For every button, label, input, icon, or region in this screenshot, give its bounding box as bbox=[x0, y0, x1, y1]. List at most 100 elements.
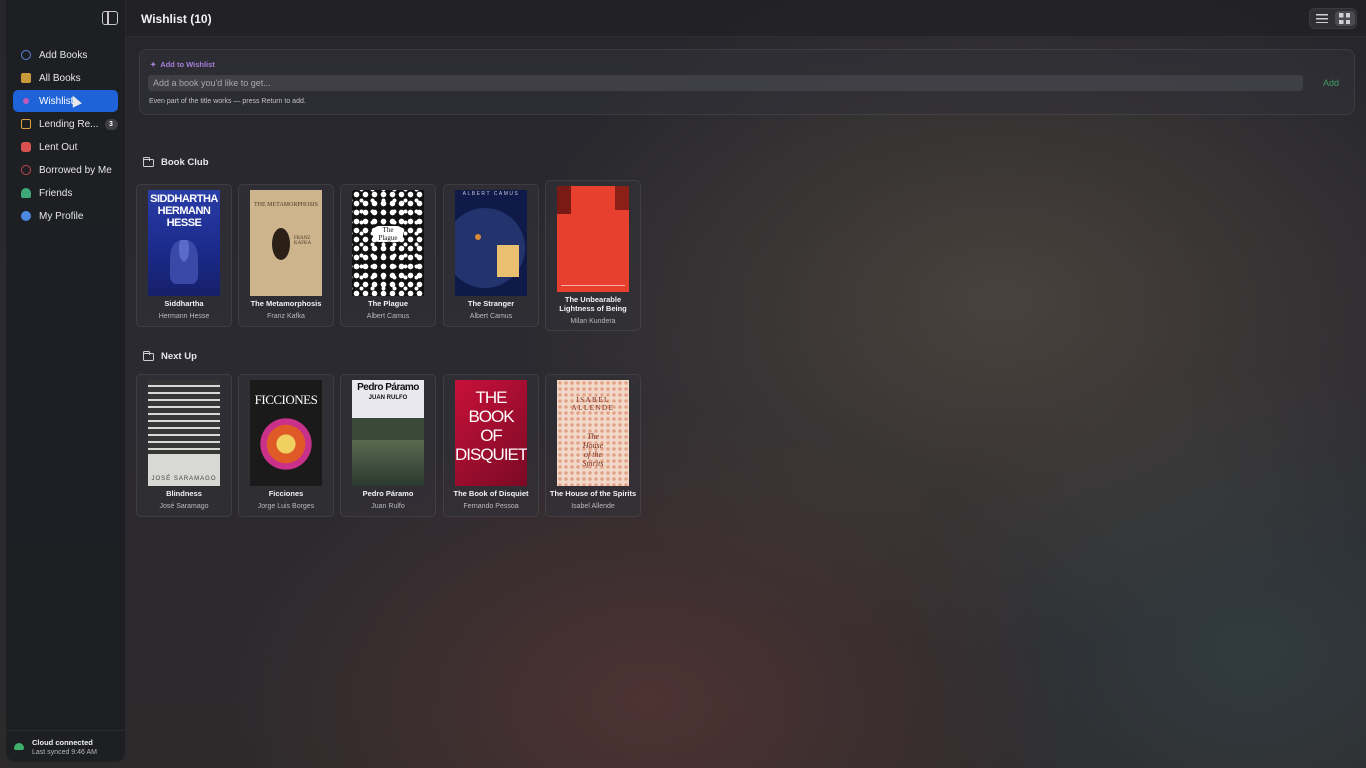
sidebar-item-lending-requests[interactable]: Lending Re... 3 bbox=[13, 113, 118, 135]
section-title-next-up: Next Up bbox=[142, 350, 197, 362]
section-title-text: Book Club bbox=[161, 157, 209, 168]
sidebar-item-label: Borrowed by Me bbox=[39, 164, 112, 176]
cover-text: THE METAMORPHOSIS bbox=[253, 202, 319, 208]
book-card-siddhartha[interactable]: SIDDHARTHA HERMANN HESSE Siddhartha Herman… bbox=[136, 184, 232, 327]
book-cover: Pedro Páramo JUAN RULFO bbox=[352, 380, 424, 486]
sidebar-item-add-books[interactable]: Add Books bbox=[13, 44, 118, 66]
book-title: The Plague bbox=[367, 299, 408, 308]
add-to-wishlist-panel: ✦Add to Wishlist Add Even part of the ti… bbox=[139, 49, 1355, 115]
book-cover: THE METAMORPHOSIS FRANZ KAFKA bbox=[250, 190, 322, 296]
book-card-the-stranger[interactable]: ALBERT CAMUS The Stranger Albert Camus bbox=[443, 184, 539, 327]
cover-text: SIDDHARTHA HERMANN HESSE bbox=[150, 193, 218, 229]
book-title: The House of the Spirits bbox=[549, 489, 637, 498]
dot-pattern bbox=[352, 190, 424, 296]
sidebar-item-label: All Books bbox=[39, 72, 81, 84]
cover-text: JOSÉ SARAMAGO bbox=[151, 476, 217, 482]
book-author: Franz Kafka bbox=[267, 313, 305, 320]
sidebar-item-label: Lent Out bbox=[39, 141, 78, 153]
book-cover: THE BOOK OF DISQUIET bbox=[455, 380, 527, 486]
book-title: Blindness bbox=[166, 489, 202, 498]
book-author: José Saramago bbox=[159, 503, 209, 510]
list-view-button[interactable] bbox=[1312, 11, 1332, 26]
book-cover: JOSÉ SARAMAGO bbox=[148, 380, 220, 486]
sync-status: Cloud connected Last synced 9:46 AM bbox=[6, 730, 125, 762]
book-author: Albert Camus bbox=[469, 313, 513, 320]
book-cover: ISABEL ALLENDE The House of the Spirits bbox=[557, 380, 629, 486]
book-title: Pedro Páramo bbox=[362, 489, 414, 498]
cover-author-text: FRANZ KAFKA bbox=[294, 236, 312, 246]
sun-dot bbox=[475, 234, 481, 240]
view-mode-switch bbox=[1309, 8, 1357, 29]
cover-text: FICCIONES bbox=[254, 392, 318, 407]
book-author: Juan Rulfo bbox=[371, 503, 405, 510]
sidebar-item-wishlist[interactable]: Wishlist bbox=[13, 90, 118, 112]
cloud-icon bbox=[14, 743, 24, 750]
lending-requests-badge: 3 bbox=[104, 118, 118, 130]
book-card-the-unbearable-lightness-of-being[interactable]: The Unbearable Lightness of Being Milan … bbox=[545, 180, 641, 331]
book-cover: SIDDHARTHA HERMANN HESSE bbox=[148, 190, 220, 296]
friends-icon bbox=[21, 188, 31, 198]
add-books-icon bbox=[21, 50, 31, 60]
grid-icon bbox=[1339, 13, 1350, 24]
cover-text: THE BOOK OF DISQUIET bbox=[455, 388, 527, 464]
book-title: Siddhartha bbox=[164, 299, 204, 308]
book-title: The Metamorphosis bbox=[250, 299, 322, 308]
book-card-the-house-of-the-spirits[interactable]: ISABEL ALLENDE The House of the Spirits The … bbox=[545, 374, 641, 517]
book-author: Milan Kundera bbox=[570, 318, 616, 325]
wishlist-icon bbox=[23, 98, 29, 104]
book-cover bbox=[557, 186, 629, 292]
sidebar: Add Books All Books Wishlist Lending Re.… bbox=[6, 0, 126, 762]
book-title: The Book of Disquiet bbox=[453, 489, 529, 498]
cover-author-text: JUAN RULFO bbox=[368, 395, 408, 401]
sidebar-toggle-icon[interactable] bbox=[102, 11, 118, 25]
sparkle-icon: ✦ bbox=[150, 60, 157, 69]
book-card-the-book-of-disquiet[interactable]: THE BOOK OF DISQUIET The Book of Disquiet F… bbox=[443, 374, 539, 517]
page-title: Wishlist (10) bbox=[141, 12, 212, 26]
book-card-the-plague[interactable]: The Plague The Plague Albert Camus bbox=[340, 184, 436, 327]
book-cover: ALBERT CAMUS bbox=[455, 190, 527, 296]
sidebar-item-borrowed-by-me[interactable]: Borrowed by Me bbox=[13, 159, 118, 181]
text-texture bbox=[148, 380, 220, 454]
list-icon bbox=[1316, 14, 1328, 23]
profile-icon bbox=[21, 211, 31, 221]
cover-line bbox=[561, 285, 625, 286]
folder-icon bbox=[142, 156, 154, 167]
book-author: Fernando Pessoa bbox=[463, 503, 519, 510]
sidebar-item-friends[interactable]: Friends bbox=[13, 182, 118, 204]
cover-author-text: ISABEL ALLENDE bbox=[571, 396, 615, 412]
cover-text: ALBERT CAMUS bbox=[462, 191, 520, 197]
book-card-blindness[interactable]: JOSÉ SARAMAGO Blindness José Saramago bbox=[136, 374, 232, 517]
red-texture bbox=[615, 186, 629, 210]
borrowed-icon bbox=[21, 165, 31, 175]
book-cover: The Plague bbox=[352, 190, 424, 296]
cover-text: The House of the Spirits bbox=[582, 432, 604, 468]
book-title: Ficciones bbox=[268, 489, 304, 498]
books-icon bbox=[21, 73, 31, 83]
book-title: The Unbearable Lightness of Being bbox=[559, 295, 627, 313]
sidebar-item-lent-out[interactable]: Lent Out bbox=[13, 136, 118, 158]
book-card-pedro-paramo[interactable]: Pedro Páramo JUAN RULFO Pedro Páramo Jua… bbox=[340, 374, 436, 517]
book-title: The Stranger bbox=[467, 299, 515, 308]
beetle-illustration bbox=[272, 228, 290, 260]
sidebar-nav: Add Books All Books Wishlist Lending Re.… bbox=[13, 44, 118, 228]
sync-status-subtitle: Last synced 9:46 AM bbox=[32, 748, 97, 756]
section-title-text: Next Up bbox=[161, 351, 197, 362]
grid-view-button[interactable] bbox=[1335, 11, 1355, 26]
book-card-the-metamorphosis[interactable]: THE METAMORPHOSIS FRANZ KAFKA The Metamor… bbox=[238, 184, 334, 327]
cover-text: Pedro Páramo bbox=[357, 382, 419, 393]
buddha-figure bbox=[170, 240, 198, 284]
add-button[interactable]: Add bbox=[1314, 75, 1348, 91]
add-book-input[interactable] bbox=[148, 75, 1303, 91]
lent-out-icon bbox=[21, 142, 31, 152]
book-author: Hermann Hesse bbox=[158, 313, 210, 320]
sidebar-item-all-books[interactable]: All Books bbox=[13, 67, 118, 89]
book-card-ficciones[interactable]: FICCIONES Ficciones Jorge Luis Borges bbox=[238, 374, 334, 517]
sidebar-item-my-profile[interactable]: My Profile bbox=[13, 205, 118, 227]
add-to-wishlist-label-text: Add to Wishlist bbox=[160, 60, 215, 69]
sidebar-item-label: Friends bbox=[39, 187, 73, 199]
cover-text: The Plague bbox=[373, 226, 403, 242]
book-author: Isabel Allende bbox=[571, 503, 615, 510]
landscape-illustration bbox=[352, 440, 424, 486]
sidebar-item-label: Add Books bbox=[39, 49, 88, 61]
add-to-wishlist-label: ✦ Add to Wishlist bbox=[150, 60, 215, 69]
